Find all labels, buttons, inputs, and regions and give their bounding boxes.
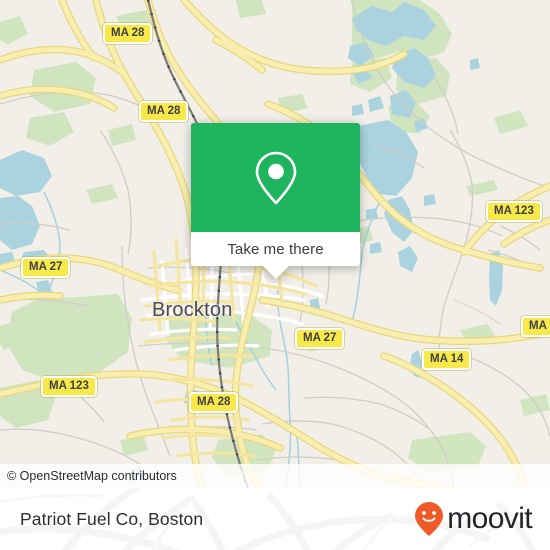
highway-shield: MA 28 [189,392,239,413]
map-canvas[interactable]: Brockton MA 28 MA 28 MA 27 MA 123 MA 27 … [0,0,550,488]
moovit-logo[interactable]: moovit [414,501,533,537]
highway-shield: MA 27 [21,257,71,278]
osm-attribution-text[interactable]: © OpenStreetMap contributors [7,469,177,483]
highway-shield: MA 123 [486,201,542,222]
moovit-smiley-pin-icon [415,502,444,536]
footer-bar: Patriot Fuel Co, Boston moovit [0,488,550,550]
popup-tail [262,266,289,279]
highway-shield: MA 27 [295,328,345,349]
map-pin-icon [255,151,296,204]
map-attribution-bar: © OpenStreetMap contributors [0,464,550,488]
popup-pin-area [191,123,360,232]
highway-shield: MA 28 [139,101,189,122]
highway-shield: MA 27 [521,316,550,337]
highway-shield: MA 14 [422,349,472,370]
highway-shield: MA 123 [41,376,97,397]
take-me-there-label: Take me there [227,240,324,258]
take-me-there-popup[interactable]: Take me there [191,123,360,279]
moovit-wordmark: moovit [447,502,532,535]
popup-action-area[interactable]: Take me there [191,232,360,279]
map-screenshot: Brockton MA 28 MA 28 MA 27 MA 123 MA 27 … [0,0,550,550]
highway-shield: MA 28 [103,23,153,44]
place-title: Patriot Fuel Co, Boston [20,508,204,529]
